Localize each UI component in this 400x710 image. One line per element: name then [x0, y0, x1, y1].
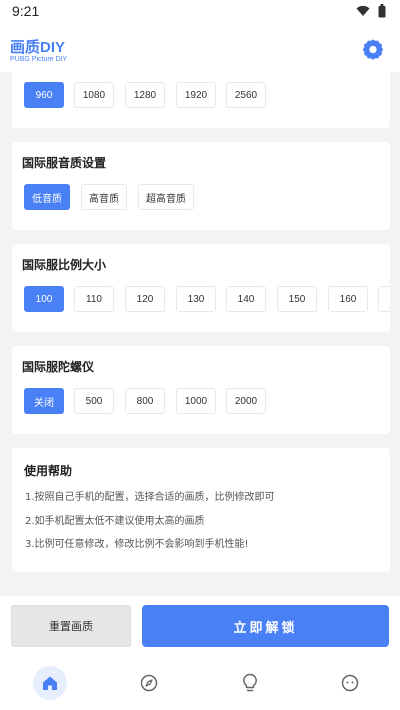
- app-title: 画质DIY: [10, 39, 66, 56]
- app-bar: 画质DIY PUBG Picture DIY: [0, 24, 400, 72]
- nav-profile[interactable]: [333, 666, 367, 700]
- ratio-option-140[interactable]: 140: [226, 286, 266, 312]
- battery-icon: [378, 4, 386, 18]
- help-line-2: 2.如手机配置太低不建议使用太高的画质: [25, 516, 205, 527]
- audio-option-high[interactable]: 高音质: [81, 184, 127, 210]
- resolution-card: 960 1080 1280 1920 2560: [12, 72, 390, 128]
- ratio-option-110[interactable]: 110: [74, 286, 114, 312]
- help-card-title: 使用帮助: [24, 464, 73, 478]
- resolution-option-1280[interactable]: 1280: [125, 82, 165, 108]
- help-line-3: 3.比例可任意修改，修改比例不会影响到手机性能!: [25, 539, 249, 550]
- gyro-card: 国际服陀螺仪 关闭 500 800 1000 2000: [12, 346, 390, 434]
- app-subtitle: PUBG Picture DIY: [10, 56, 68, 63]
- gyro-option-1000[interactable]: 1000: [176, 388, 216, 414]
- status-time: 9:21: [12, 3, 40, 19]
- status-icons: [356, 4, 386, 18]
- gyro-option-800[interactable]: 800: [125, 388, 165, 414]
- ratio-card-title: 国际服比例大小: [22, 258, 107, 272]
- unlock-button[interactable]: 立即解锁: [142, 605, 389, 647]
- ratio-option-100[interactable]: 100: [24, 286, 64, 312]
- resolution-option-960[interactable]: 960: [24, 82, 64, 108]
- bulb-icon: [243, 673, 257, 692]
- compass-icon: [140, 674, 158, 692]
- audio-option-low[interactable]: 低音质: [24, 184, 70, 210]
- gyro-option-500[interactable]: 500: [74, 388, 114, 414]
- audio-option-ultra[interactable]: 超高音质: [138, 184, 194, 210]
- gear-icon[interactable]: [362, 38, 384, 60]
- nav-tips[interactable]: [233, 666, 267, 700]
- face-icon: [341, 674, 359, 692]
- resolution-option-2560[interactable]: 2560: [226, 82, 266, 108]
- resolution-option-1920[interactable]: 1920: [176, 82, 216, 108]
- gyro-option-2000[interactable]: 2000: [226, 388, 266, 414]
- audio-card-title: 国际服音质设置: [22, 156, 107, 170]
- gyro-card-title: 国际服陀螺仪: [22, 360, 95, 374]
- home-icon: [43, 676, 57, 690]
- resolution-option-1080[interactable]: 1080: [74, 82, 114, 108]
- nav-discover[interactable]: [132, 666, 166, 700]
- bottom-nav: [0, 656, 400, 710]
- gyro-option-off[interactable]: 关闭: [24, 388, 64, 414]
- ratio-option-150[interactable]: 150: [277, 286, 317, 312]
- reset-quality-button[interactable]: 重置画质: [11, 605, 131, 647]
- nav-home[interactable]: [33, 666, 67, 700]
- status-bar: 9:21: [0, 0, 400, 24]
- help-line-1: 1.按照自己手机的配置，选择合适的画质，比例修改即可: [25, 492, 275, 503]
- audio-card: 国际服音质设置 低音质 高音质 超高音质: [12, 142, 390, 230]
- help-card: 使用帮助 1.按照自己手机的配置，选择合适的画质，比例修改即可 2.如手机配置太…: [12, 448, 390, 572]
- ratio-card: 国际服比例大小 100 110 120 130 140 150 160: [12, 244, 390, 332]
- ratio-option-130[interactable]: 130: [176, 286, 216, 312]
- ratio-option-partial[interactable]: [378, 286, 390, 312]
- wifi-icon: [356, 5, 370, 16]
- ratio-option-160[interactable]: 160: [328, 286, 368, 312]
- ratio-option-120[interactable]: 120: [125, 286, 165, 312]
